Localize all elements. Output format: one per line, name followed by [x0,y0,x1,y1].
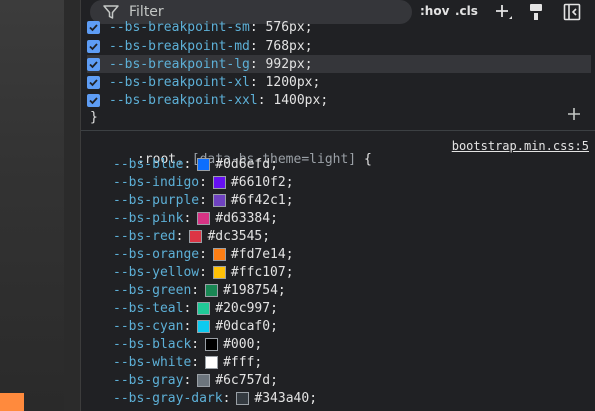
property-name[interactable]: --bs-orange [113,247,199,262]
color-swatch[interactable] [205,337,219,351]
property-name[interactable]: --bs-red [113,229,176,244]
declaration-row: --bs-purple: #6f42c1; [113,192,294,208]
property-name[interactable]: --bs-breakpoint-xl [109,75,250,90]
declaration-row: --bs-gray: #6c757d; [113,372,278,388]
declaration-row: --bs-breakpoint-xxl: 1400px; [87,91,591,109]
declaration-row: --bs-cyan: #0dcaf0; [113,318,278,334]
property-value[interactable]: #6f42c1 [231,193,286,208]
property-name[interactable]: --bs-indigo [113,175,199,190]
declaration-checkbox[interactable] [87,93,100,107]
declaration-checkbox[interactable] [87,39,100,53]
property-value[interactable]: 1400px [273,93,320,108]
declaration-row: --bs-breakpoint-xl: 1200px; [87,73,591,91]
declaration-row: --bs-white: #fff; [113,354,263,370]
breakpoints-rule: --bs-breakpoint-sm: 576px; --bs-breakpoi… [81,20,595,130]
declaration-row: --bs-teal: #20c997; [113,300,278,316]
property-name[interactable]: --bs-pink [113,211,183,226]
property-name[interactable]: --bs-cyan [113,319,183,334]
property-value[interactable]: #0d6efd [215,157,270,172]
color-swatch[interactable] [197,319,211,333]
color-swatch[interactable] [205,283,219,297]
property-value[interactable]: #20c997 [215,301,270,316]
declaration-row: --bs-breakpoint-sm: 576px; [87,18,591,36]
property-name[interactable]: --bs-breakpoint-md [109,39,250,54]
color-swatch[interactable] [236,391,250,405]
property-value[interactable]: #6610f2 [231,175,286,190]
property-value[interactable]: 1200px [266,75,313,90]
color-swatch[interactable] [205,355,219,369]
panel-divider[interactable] [64,0,81,411]
color-swatch[interactable] [212,193,226,207]
color-swatch[interactable] [212,175,226,189]
property-value[interactable]: #d63384 [215,211,270,226]
property-name[interactable]: --bs-blue [113,157,183,172]
property-value[interactable]: #fff [223,355,254,370]
property-name[interactable]: --bs-green [113,283,191,298]
property-value[interactable]: 576px [266,20,305,35]
property-name[interactable]: --bs-teal [113,301,183,316]
styles-pane: Filter :hov .cls --bs-breakpoint-sm: 576… [81,0,595,411]
property-value[interactable]: #ffc107 [231,265,286,280]
color-swatch[interactable] [197,301,211,315]
property-value[interactable]: #fd7e14 [231,247,286,262]
property-value[interactable]: #0dcaf0 [215,319,270,334]
property-name[interactable]: --bs-gray-dark [113,391,223,406]
cls-button[interactable]: .cls [455,4,478,18]
add-property-icon[interactable] [567,107,581,121]
color-swatch[interactable] [189,229,203,243]
property-value[interactable]: #000 [223,337,254,352]
color-swatch[interactable] [197,211,211,225]
declaration-row: --bs-indigo: #6610f2; [113,174,294,190]
property-name[interactable]: --bs-breakpoint-xxl [109,93,258,108]
color-swatch[interactable] [197,373,211,387]
property-name[interactable]: --bs-purple [113,193,199,208]
declaration-row: --bs-blue: #0d6efd; [113,156,278,172]
color-swatch[interactable] [212,247,226,261]
declaration-row: --bs-green: #198754; [113,282,286,298]
page-preview-element [0,393,24,411]
root-rule: :root, [data-bs-theme=light] { bootstrap… [81,131,595,411]
declaration-row: --bs-breakpoint-lg: 992px; [87,55,591,73]
declaration-row: --bs-yellow: #ffc107; [113,264,294,280]
declaration-row: --bs-black: #000; [113,336,263,352]
source-link[interactable]: bootstrap.min.css:5 [452,139,589,153]
hov-button[interactable]: :hov [420,4,449,18]
property-value[interactable]: #dc3545 [207,229,262,244]
declaration-row: --bs-gray-dark: #343a40; [113,390,318,406]
property-name[interactable]: --bs-gray [113,373,183,388]
color-swatch[interactable] [197,157,211,171]
property-name[interactable]: --bs-breakpoint-sm [109,20,250,35]
open-brace: { [363,152,372,167]
property-value[interactable]: 992px [266,57,305,72]
declaration-checkbox[interactable] [87,75,100,89]
property-name[interactable]: --bs-breakpoint-lg [109,57,250,72]
declaration-checkbox[interactable] [87,20,100,34]
color-swatch[interactable] [212,265,226,279]
property-value[interactable]: 768px [266,39,305,54]
declaration-row: --bs-orange: #fd7e14; [113,246,294,262]
page-preview-strip [0,0,64,411]
declaration-row: --bs-pink: #d63384; [113,210,278,226]
property-name[interactable]: --bs-yellow [113,265,199,280]
property-value[interactable]: #6c757d [215,373,270,388]
property-value[interactable]: #343a40 [254,391,309,406]
property-name[interactable]: --bs-white [113,355,191,370]
property-name[interactable]: --bs-black [113,337,191,352]
declaration-row: --bs-red: #dc3545; [113,228,271,244]
declaration-checkbox[interactable] [87,57,100,71]
property-value[interactable]: #198754 [223,283,278,298]
declaration-row: --bs-breakpoint-md: 768px; [87,37,591,55]
closing-brace: } [90,110,98,125]
